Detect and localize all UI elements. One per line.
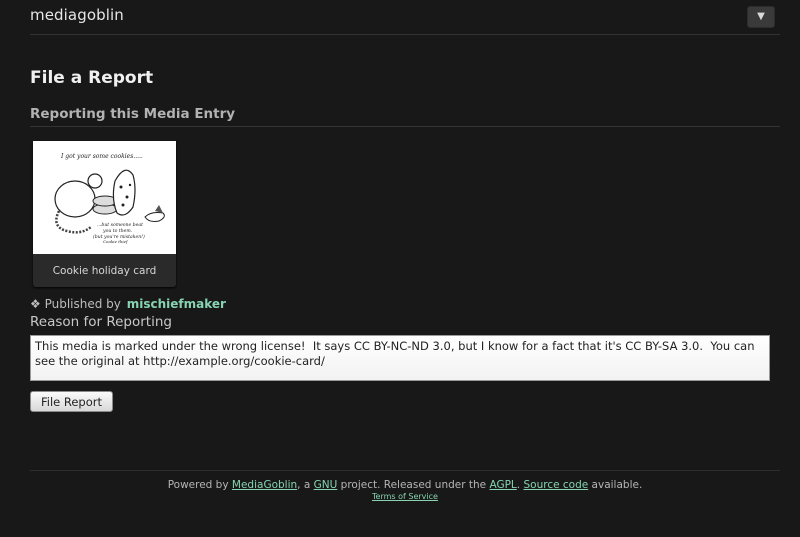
thumbnail-caption-bottom-2: you to them. — [102, 228, 133, 234]
gnu-link[interactable]: GNU — [314, 479, 338, 491]
page-container: mediagoblin ▼ File a Report Reporting th… — [30, 0, 780, 501]
site-logo-link[interactable]: mediagoblin — [30, 6, 124, 24]
header-menu-toggle-button[interactable]: ▼ — [747, 6, 775, 28]
author-link[interactable]: mischiefmaker — [127, 297, 226, 311]
report-reason-textarea[interactable]: This media is marked under the wrong lic… — [30, 335, 770, 381]
drawing-plate — [144, 212, 165, 222]
media-title[interactable]: Cookie holiday card — [33, 254, 176, 287]
file-report-button[interactable]: File Report — [30, 391, 113, 412]
triangle-down-icon: ▼ — [757, 11, 765, 22]
drawing-head — [87, 173, 103, 189]
reason-label: Reason for Reporting — [30, 314, 172, 330]
drawing-kiss — [155, 205, 163, 213]
thumbnail-caption-bottom-4: Cookie thief — [103, 239, 129, 244]
terms-of-service-link[interactable]: Terms of Service — [30, 492, 780, 501]
page-title: File a Report — [30, 68, 154, 88]
source-code-link[interactable]: Source code — [523, 479, 588, 491]
thumbnail-caption-bottom-1: ...but someone beat — [97, 222, 143, 228]
footer-a-text: , a — [297, 479, 314, 491]
cookie-drawing-image: I got your some cookies..... ...but some… — [54, 153, 165, 244]
media-entry-card[interactable]: I got your some cookies..... ...but some… — [33, 141, 176, 287]
media-thumbnail[interactable]: I got your some cookies..... ...but some… — [33, 141, 176, 254]
published-by: ❖ Published by mischiefmaker — [30, 297, 226, 311]
agpl-link[interactable]: AGPL — [489, 479, 516, 491]
drawing-body — [54, 180, 96, 218]
footer-released-text: project. Released under the — [337, 479, 490, 491]
footer-powered-by-text: Powered by — [167, 479, 232, 491]
drawing-bitten-cookie — [112, 169, 136, 216]
site-footer: Powered by MediaGoblin, a GNU project. R… — [30, 470, 780, 501]
site-header: mediagoblin ▼ — [30, 0, 780, 35]
published-by-label: Published by — [44, 297, 121, 311]
mediagoblin-link[interactable]: MediaGoblin — [232, 479, 297, 491]
section-heading: Reporting this Media Entry — [30, 106, 780, 127]
footer-available-text: available. — [588, 479, 643, 491]
diamond-ornament-icon: ❖ — [30, 297, 41, 311]
thumbnail-caption-top: I got your some cookies..... — [60, 153, 143, 160]
